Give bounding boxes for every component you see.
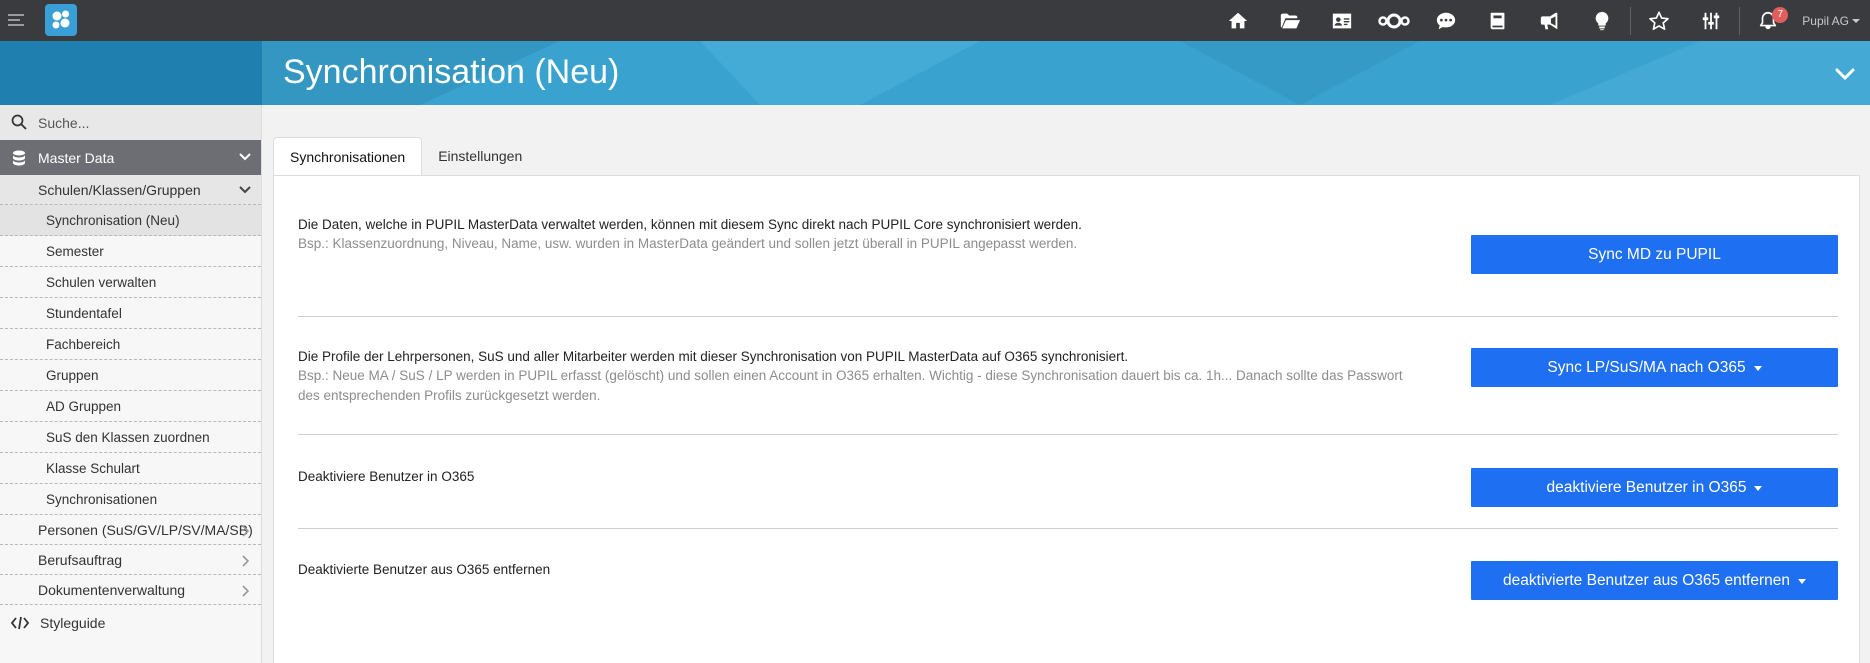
separator bbox=[1630, 6, 1632, 35]
tab-synchronisationen[interactable]: Synchronisationen bbox=[273, 137, 423, 175]
home-icon[interactable] bbox=[1212, 0, 1264, 41]
banner-decoration bbox=[262, 41, 1870, 105]
sync-section-md-to-pupil: Die Daten, welche in PUPIL MasterData ve… bbox=[298, 217, 1838, 274]
section-description: Bsp.: Neue MA / SuS / LP werden in PUPIL… bbox=[298, 368, 1403, 403]
sidebar-item-label: Styleguide bbox=[40, 615, 106, 631]
contact-card-icon[interactable] bbox=[1316, 0, 1368, 41]
button-label: deaktiviere Benutzer in O365 bbox=[1546, 478, 1747, 496]
sidebar-item-styleguide[interactable]: Styleguide bbox=[0, 605, 261, 641]
sync-section-o365: Die Profile der Lehrpersonen, SuS und al… bbox=[298, 348, 1838, 406]
caret-down-icon bbox=[1852, 18, 1860, 23]
deactivate-users-button[interactable]: deaktiviere Benutzer in O365 bbox=[1471, 468, 1838, 507]
code-icon bbox=[11, 616, 29, 630]
sidebar-item-stundentafel[interactable]: Stundentafel bbox=[0, 298, 261, 329]
chevron-right-icon bbox=[242, 525, 250, 537]
button-label: Sync LP/SuS/MA nach O365 bbox=[1547, 358, 1746, 376]
button-label: deaktivierte Benutzer aus O365 entfernen bbox=[1503, 571, 1790, 589]
bell-icon[interactable]: 7 bbox=[1742, 0, 1794, 41]
tab-einstellungen[interactable]: Einstellungen bbox=[422, 137, 538, 175]
divider bbox=[298, 434, 1838, 435]
sidebar-group-personen[interactable]: Personen (SuS/GV/LP/SV/MA/SB) bbox=[0, 515, 261, 545]
divider bbox=[298, 316, 1838, 317]
notification-badge: 7 bbox=[1772, 7, 1789, 23]
sidebar-group-schulen[interactable]: Schulen/Klassen/Gruppen bbox=[0, 175, 261, 205]
section-title: Die Daten, welche in PUPIL MasterData ve… bbox=[298, 217, 1082, 232]
divider bbox=[298, 528, 1838, 529]
user-name: Pupil AG bbox=[1802, 13, 1849, 28]
sidebar-group-label: Personen (SuS/GV/LP/SV/MA/SB) bbox=[38, 521, 253, 538]
sync-to-o365-button[interactable]: Sync LP/SuS/MA nach O365 bbox=[1471, 348, 1838, 387]
lightbulb-icon[interactable] bbox=[1576, 0, 1628, 41]
sidebar-item-gruppen[interactable]: Gruppen bbox=[0, 360, 261, 391]
sidebar-search bbox=[0, 105, 261, 140]
tab-bar: Synchronisationen Einstellungen bbox=[273, 137, 538, 175]
star-icon[interactable] bbox=[1633, 0, 1685, 41]
sidebar-item-synchronisation-neu[interactable]: Synchronisation (Neu) bbox=[0, 205, 261, 236]
remove-deactivated-users-button[interactable]: deaktivierte Benutzer aus O365 entfernen bbox=[1471, 561, 1838, 600]
sidebar-section-label: Master Data bbox=[38, 149, 115, 166]
sidebar-item-klasse-schulart[interactable]: Klasse Schulart bbox=[0, 453, 261, 484]
caret-down-icon bbox=[1754, 485, 1763, 491]
sidebar: Master Data Schulen/Klassen/Gruppen Sync… bbox=[0, 105, 262, 663]
sidebar-item-fachbereich[interactable]: Fachbereich bbox=[0, 329, 261, 360]
sidebar-group-label: Schulen/Klassen/Gruppen bbox=[38, 181, 201, 198]
sync-md-to-pupil-button[interactable]: Sync MD zu PUPIL bbox=[1471, 235, 1838, 274]
pupil-logo[interactable] bbox=[45, 4, 77, 36]
button-label: Sync MD zu PUPIL bbox=[1588, 245, 1721, 263]
sidebar-group-label: Dokumentenverwaltung bbox=[38, 581, 186, 598]
chevron-right-icon bbox=[242, 555, 250, 567]
search-icon bbox=[11, 114, 27, 130]
sidebar-group-label: Berufsauftrag bbox=[38, 551, 123, 568]
sidebar-item-synchronisationen[interactable]: Synchronisationen bbox=[0, 484, 261, 515]
nextcloud-icon[interactable] bbox=[1368, 0, 1420, 41]
sidebar-item-semester[interactable]: Semester bbox=[0, 236, 261, 267]
database-icon bbox=[13, 150, 25, 166]
caret-down-icon bbox=[1797, 578, 1806, 584]
chevron-down-icon bbox=[239, 153, 251, 161]
search-input[interactable] bbox=[0, 105, 261, 140]
chevron-down-icon[interactable] bbox=[1834, 63, 1856, 85]
sidebar-item-sus-klassen-zuordnen[interactable]: SuS den Klassen zuordnen bbox=[0, 422, 261, 453]
tab-panel: Die Daten, welche in PUPIL MasterData ve… bbox=[273, 175, 1860, 663]
page-header-banner: Synchronisation (Neu) bbox=[0, 41, 1870, 105]
caret-down-icon bbox=[1753, 365, 1762, 371]
book-icon[interactable] bbox=[1472, 0, 1524, 41]
sidebar-group-berufsauftrag[interactable]: Berufsauftrag bbox=[0, 545, 261, 575]
chat-icon[interactable] bbox=[1420, 0, 1472, 41]
sidebar-group-dokumentenverwaltung[interactable]: Dokumentenverwaltung bbox=[0, 575, 261, 605]
page-title: Synchronisation (Neu) bbox=[283, 53, 620, 91]
sidebar-section-master-data[interactable]: Master Data bbox=[0, 140, 261, 175]
folder-icon[interactable] bbox=[1264, 0, 1316, 41]
remove-deactivated-section: Deaktivierte Benutzer aus O365 entfernen… bbox=[298, 561, 1838, 600]
sliders-icon[interactable] bbox=[1685, 0, 1737, 41]
megaphone-icon[interactable] bbox=[1524, 0, 1576, 41]
chevron-right-icon bbox=[242, 585, 250, 597]
hamburger-menu-icon[interactable] bbox=[8, 10, 32, 30]
chevron-down-icon bbox=[239, 186, 251, 194]
top-navigation-bar: 7 Pupil AG bbox=[0, 0, 1870, 41]
user-menu[interactable]: Pupil AG bbox=[1794, 0, 1870, 41]
deactivate-section: Deaktiviere Benutzer in O365 deaktiviere… bbox=[298, 468, 1838, 507]
sidebar-item-ad-gruppen[interactable]: AD Gruppen bbox=[0, 391, 261, 422]
separator bbox=[1739, 6, 1741, 35]
sidebar-item-schulen-verwalten[interactable]: Schulen verwalten bbox=[0, 267, 261, 298]
section-description: Bsp.: Klassenzuordnung, Niveau, Name, us… bbox=[298, 236, 1078, 251]
